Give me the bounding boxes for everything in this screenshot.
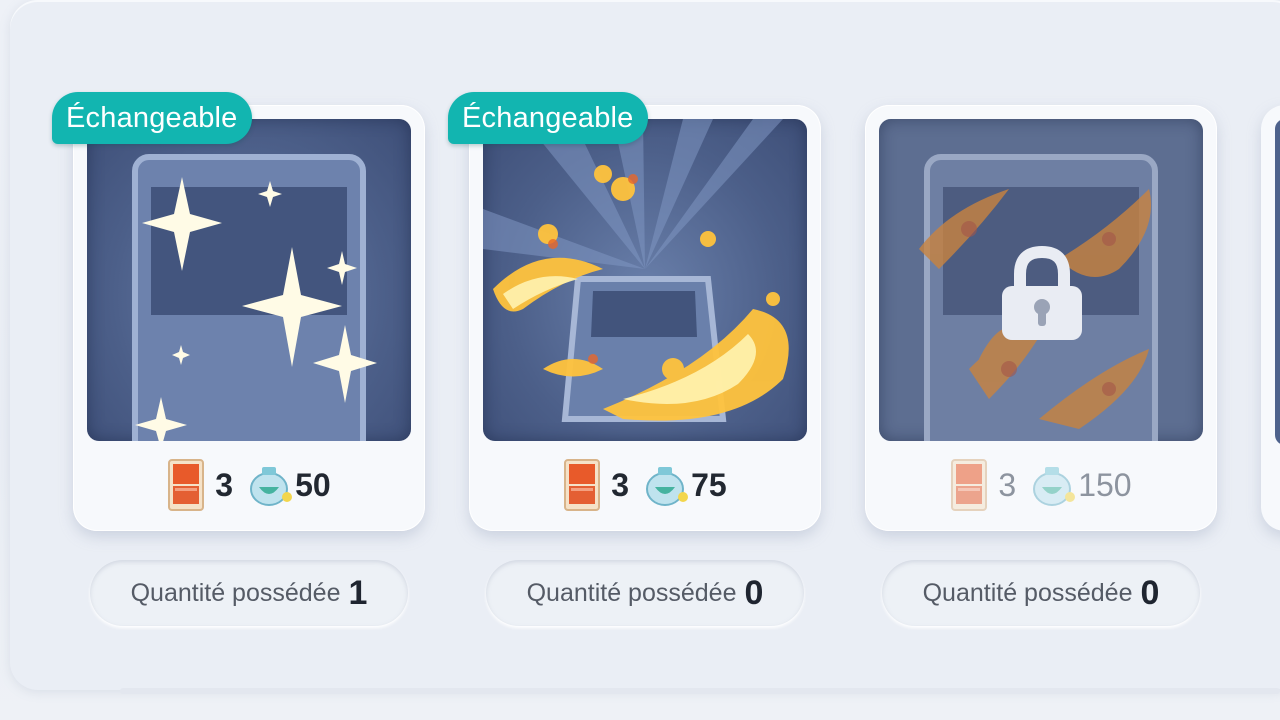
pack-cost: 3 xyxy=(998,466,1017,503)
cost-row: 3 150 xyxy=(865,457,1217,513)
card-effect-item-4-partial[interactable] xyxy=(1261,105,1280,531)
owned-quantity-pill: Quantité possédée 0 xyxy=(882,560,1200,626)
owned-quantity-value: 0 xyxy=(744,573,764,612)
pack-hourglass-icon xyxy=(646,467,689,506)
locked-fire-effect-preview xyxy=(879,119,1203,441)
lock-icon xyxy=(1002,245,1082,340)
owned-quantity-label: Quantité possédée xyxy=(922,578,1133,607)
pack-hourglass-icon xyxy=(250,467,293,506)
card-effect-item-1[interactable]: Échangeable 3 50 xyxy=(52,92,425,531)
fire-effect-preview xyxy=(483,119,807,441)
hourglass-cost: 150 xyxy=(1078,466,1132,503)
owned-quantity-pill: Quantité possédée 0 xyxy=(486,560,804,626)
card-effect-item-2[interactable]: Échangeable 3 75 xyxy=(448,92,821,531)
pack-hourglass-icon xyxy=(1033,467,1076,506)
owned-quantity-value: 1 xyxy=(348,573,368,612)
sparkle-effect-preview xyxy=(87,119,411,441)
bottom-rail xyxy=(120,688,1280,694)
hourglass-cost: 75 xyxy=(691,466,727,503)
owned-quantity-value: 0 xyxy=(1140,573,1160,612)
partial-effect-preview xyxy=(1275,119,1280,445)
tradeable-badge: Échangeable xyxy=(52,92,252,144)
hourglass-cost: 50 xyxy=(295,466,331,503)
owned-quantity-label: Quantité possédée xyxy=(526,578,737,607)
card-pack-icon xyxy=(564,459,601,511)
cost-row: 3 50 xyxy=(73,457,425,513)
card-pack-icon xyxy=(168,459,205,511)
owned-quantity-label: Quantité possédée xyxy=(130,578,341,607)
owned-quantity-pill: Quantité possédée 1 xyxy=(90,560,408,626)
cost-row: 3 75 xyxy=(469,457,821,513)
card-pack-icon xyxy=(951,459,988,511)
tradeable-badge: Échangeable xyxy=(448,92,648,144)
card-effect-item-3-locked[interactable]: 3 150 xyxy=(865,105,1217,531)
pack-cost: 3 xyxy=(215,466,234,503)
pack-cost: 3 xyxy=(611,466,630,503)
